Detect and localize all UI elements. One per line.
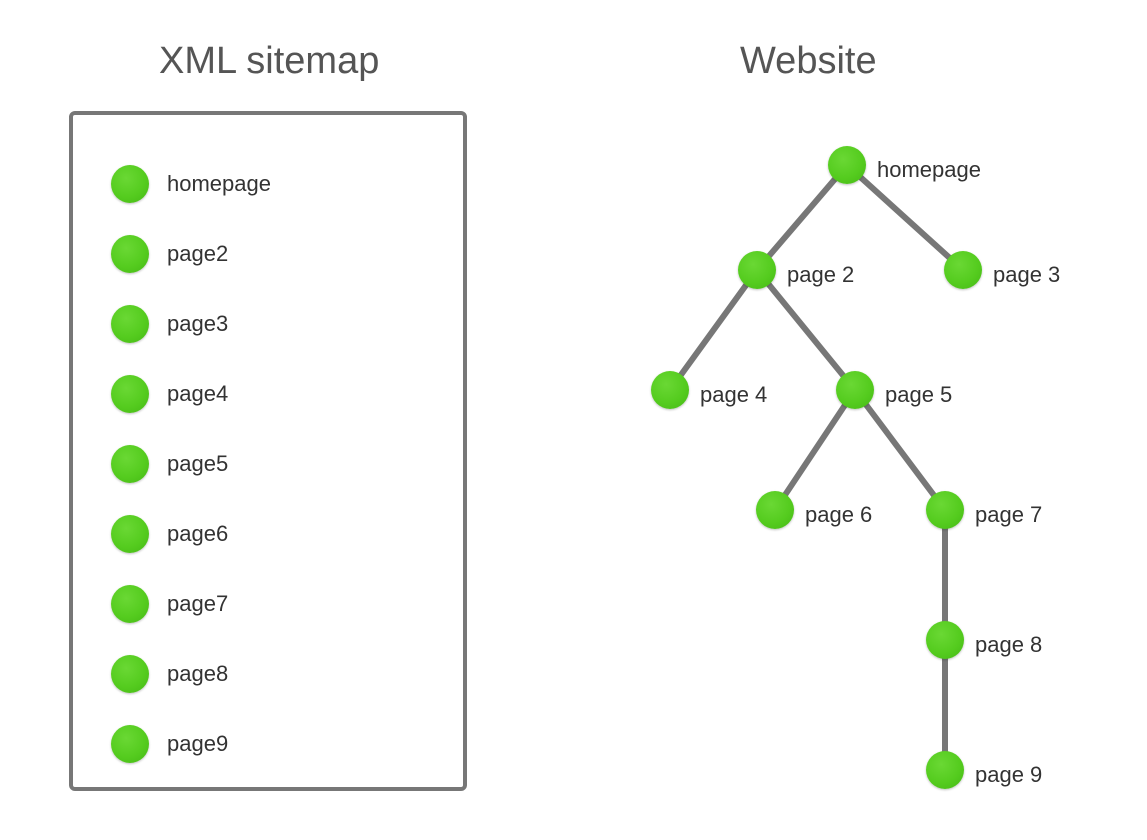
tree-node-page2 <box>738 251 776 289</box>
tree-node-label: page 6 <box>805 502 872 528</box>
title-xml-sitemap: XML sitemap <box>159 40 379 83</box>
tree-edge <box>757 165 847 270</box>
tree-node-label: page 5 <box>885 382 952 408</box>
tree-edge <box>855 390 945 510</box>
dot-icon <box>111 515 149 553</box>
tree-node-label: page 2 <box>787 262 854 288</box>
tree-node-label: page 8 <box>975 632 1042 658</box>
list-item-label: page3 <box>167 311 228 337</box>
dot-icon <box>111 585 149 623</box>
list-item: page9 <box>111 725 228 763</box>
tree-edge <box>670 270 757 390</box>
dot-icon <box>111 375 149 413</box>
list-item: page7 <box>111 585 228 623</box>
list-item: page8 <box>111 655 228 693</box>
list-item: page5 <box>111 445 228 483</box>
list-item-label: page7 <box>167 591 228 617</box>
sitemap-box: homepage page2 page3 page4 page5 page6 p… <box>69 111 467 791</box>
tree-node-page9 <box>926 751 964 789</box>
tree-node-page3 <box>944 251 982 289</box>
tree-node-page8 <box>926 621 964 659</box>
website-tree: homepage page 2 page 3 page 4 page 5 page 6 pa… <box>575 110 1130 825</box>
list-item: page3 <box>111 305 228 343</box>
list-item-label: page2 <box>167 241 228 267</box>
tree-edge <box>757 270 855 390</box>
tree-node-label: page 3 <box>993 262 1060 288</box>
dot-icon <box>111 305 149 343</box>
tree-node-page7 <box>926 491 964 529</box>
dot-icon <box>111 165 149 203</box>
tree-node-page5 <box>836 371 874 409</box>
dot-icon <box>111 725 149 763</box>
list-item: page6 <box>111 515 228 553</box>
list-item-label: page9 <box>167 731 228 757</box>
list-item-label: page5 <box>167 451 228 477</box>
list-item: page4 <box>111 375 228 413</box>
list-item-label: page4 <box>167 381 228 407</box>
tree-node-label: page 7 <box>975 502 1042 528</box>
tree-node-label: page 4 <box>700 382 767 408</box>
list-item: page2 <box>111 235 228 273</box>
list-item-label: homepage <box>167 171 271 197</box>
tree-node-label: page 9 <box>975 762 1042 788</box>
list-item-label: page8 <box>167 661 228 687</box>
tree-edges-svg <box>575 110 1130 825</box>
dot-icon <box>111 445 149 483</box>
list-item: homepage <box>111 165 271 203</box>
tree-node-page6 <box>756 491 794 529</box>
title-website: Website <box>740 40 877 83</box>
tree-node-label: homepage <box>877 157 981 183</box>
dot-icon <box>111 655 149 693</box>
tree-node-homepage <box>828 146 866 184</box>
list-item-label: page6 <box>167 521 228 547</box>
dot-icon <box>111 235 149 273</box>
tree-node-page4 <box>651 371 689 409</box>
tree-edge <box>775 390 855 510</box>
